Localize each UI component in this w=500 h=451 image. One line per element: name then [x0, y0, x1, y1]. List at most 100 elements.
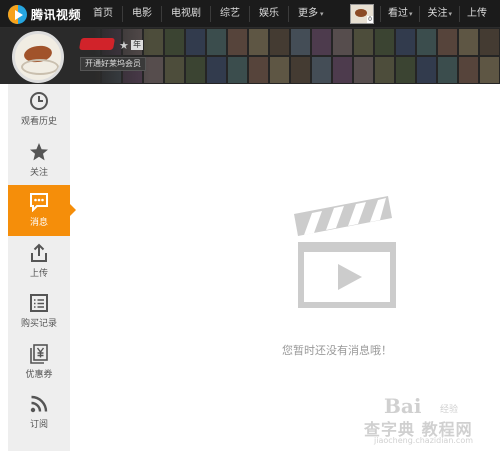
vip-star-icon: ★	[119, 39, 129, 52]
poster-tile	[395, 56, 416, 84]
watermark: Bai 经验 查字典 教程网 jiaocheng.chazidian.com	[360, 392, 498, 450]
sidebar-item-purchases[interactable]: 购买记录	[8, 286, 70, 337]
poster-column	[248, 28, 269, 84]
poster-tile	[479, 56, 500, 84]
poster-tile	[206, 56, 227, 84]
sidebar-item-follow[interactable]: 关注	[8, 135, 70, 186]
banner-fade	[70, 28, 150, 84]
play-logo-icon	[8, 4, 27, 24]
upload-icon	[31, 243, 47, 262]
poster-column	[185, 28, 206, 84]
poster-tile	[353, 28, 374, 56]
sidebar-item-label: 购买记录	[20, 319, 57, 330]
sidebar-item-label: 优惠券	[25, 369, 53, 380]
avatar-tag: 0	[367, 16, 373, 23]
sidebar-item-coupons[interactable]: 优惠券	[8, 337, 70, 388]
nav-more[interactable]: 更多 ▾	[288, 6, 333, 22]
chevron-down-icon: ▾	[408, 10, 413, 18]
poster-tile	[164, 56, 185, 84]
poster-tile	[164, 28, 185, 56]
nav-tv-series[interactable]: 电视剧	[161, 6, 210, 22]
poster-column	[353, 28, 374, 84]
coupon-icon	[30, 343, 48, 364]
poster-tile	[332, 28, 353, 56]
watermark-logo: Bai	[384, 394, 422, 418]
poster-tile	[479, 28, 500, 56]
empty-message: 您暂时还没有消息哦！	[282, 344, 392, 357]
poster-tile	[374, 28, 395, 56]
watched-label: 看过	[387, 8, 408, 19]
poster-tile	[290, 56, 311, 84]
sidebar-item-subscribe[interactable]: 订阅	[8, 387, 70, 438]
poster-column	[374, 28, 395, 84]
poster-tile	[290, 28, 311, 56]
poster-column	[290, 28, 311, 84]
follow-menu[interactable]: 关注▾	[419, 6, 459, 22]
poster-tile	[269, 56, 290, 84]
poster-tile	[311, 28, 332, 56]
chevron-down-icon: ▾	[448, 10, 452, 18]
logo-text: 腾讯视频	[31, 7, 82, 22]
user-avatar[interactable]	[12, 31, 64, 83]
poster-tile	[458, 28, 479, 56]
watermark-sub: 经验	[440, 405, 459, 415]
poster-column	[227, 28, 248, 84]
nav-movies[interactable]: 电影	[122, 6, 161, 22]
clock-icon	[30, 92, 48, 111]
poster-tile	[416, 56, 437, 84]
poster-tile	[227, 56, 248, 84]
poster-tile	[248, 28, 269, 56]
sidebar-item-label: 上传	[29, 268, 48, 279]
poster-tile	[206, 28, 227, 56]
open-vip-button[interactable]: 开通好莱坞会员	[80, 57, 146, 71]
clapperboard-icon	[294, 196, 396, 308]
sidebar-item-label: 观看历史	[20, 117, 57, 128]
year-badge: 年	[131, 40, 143, 50]
chevron-down-icon: ▾	[320, 10, 324, 18]
poster-tile	[269, 28, 290, 56]
message-icon	[30, 193, 48, 213]
poster-tile	[227, 28, 248, 56]
poster-column	[206, 28, 227, 84]
poster-tile	[185, 28, 206, 56]
star-icon	[30, 142, 48, 161]
sidebar-item-upload[interactable]: 上传	[8, 236, 70, 287]
poster-tile	[416, 28, 437, 56]
nav-more-label: 更多	[298, 8, 318, 19]
poster-column	[416, 28, 437, 84]
poster-column	[332, 28, 353, 84]
sidebar-item-history[interactable]: 观看历史	[8, 84, 70, 135]
follow-label: 关注	[427, 8, 448, 19]
poster-tile	[332, 56, 353, 84]
nav-variety[interactable]: 综艺	[210, 6, 249, 22]
main-nav: 首页 电影 电视剧 综艺 娱乐 更多 ▾	[84, 0, 333, 28]
sidebar-item-label: 关注	[29, 167, 48, 178]
list-icon	[30, 294, 48, 313]
rss-icon	[30, 396, 48, 413]
user-avatar-small[interactable]: 0	[349, 4, 374, 24]
nav-home[interactable]: 首页	[84, 6, 122, 22]
poster-tile	[248, 56, 269, 84]
username-redacted	[78, 38, 116, 50]
poster-tile	[311, 56, 332, 84]
profile-banner: ★ 年 开通好莱坞会员	[0, 28, 500, 84]
poster-tile	[374, 56, 395, 84]
poster-tile	[185, 56, 206, 84]
sidebar-item-label: 订阅	[29, 420, 48, 431]
poster-column	[458, 28, 479, 84]
sidebar-item-label: 消息	[29, 218, 48, 229]
tencent-video-logo[interactable]: 腾讯视频	[8, 4, 81, 24]
poster-tile	[353, 56, 374, 84]
poster-tile	[395, 28, 416, 56]
upload-link[interactable]: 上传	[459, 6, 494, 22]
watched-menu[interactable]: 看过▾	[379, 6, 420, 22]
poster-tile	[437, 56, 458, 84]
nav-entertainment[interactable]: 娱乐	[249, 6, 288, 22]
poster-column	[269, 28, 290, 84]
poster-tile	[458, 56, 479, 84]
poster-column	[437, 28, 458, 84]
poster-column	[311, 28, 332, 84]
poster-column	[164, 28, 185, 84]
sidebar: 观看历史 关注 消息 上传 购买记录 优惠券 订阅	[8, 84, 76, 451]
sidebar-item-messages[interactable]: 消息	[8, 185, 76, 236]
